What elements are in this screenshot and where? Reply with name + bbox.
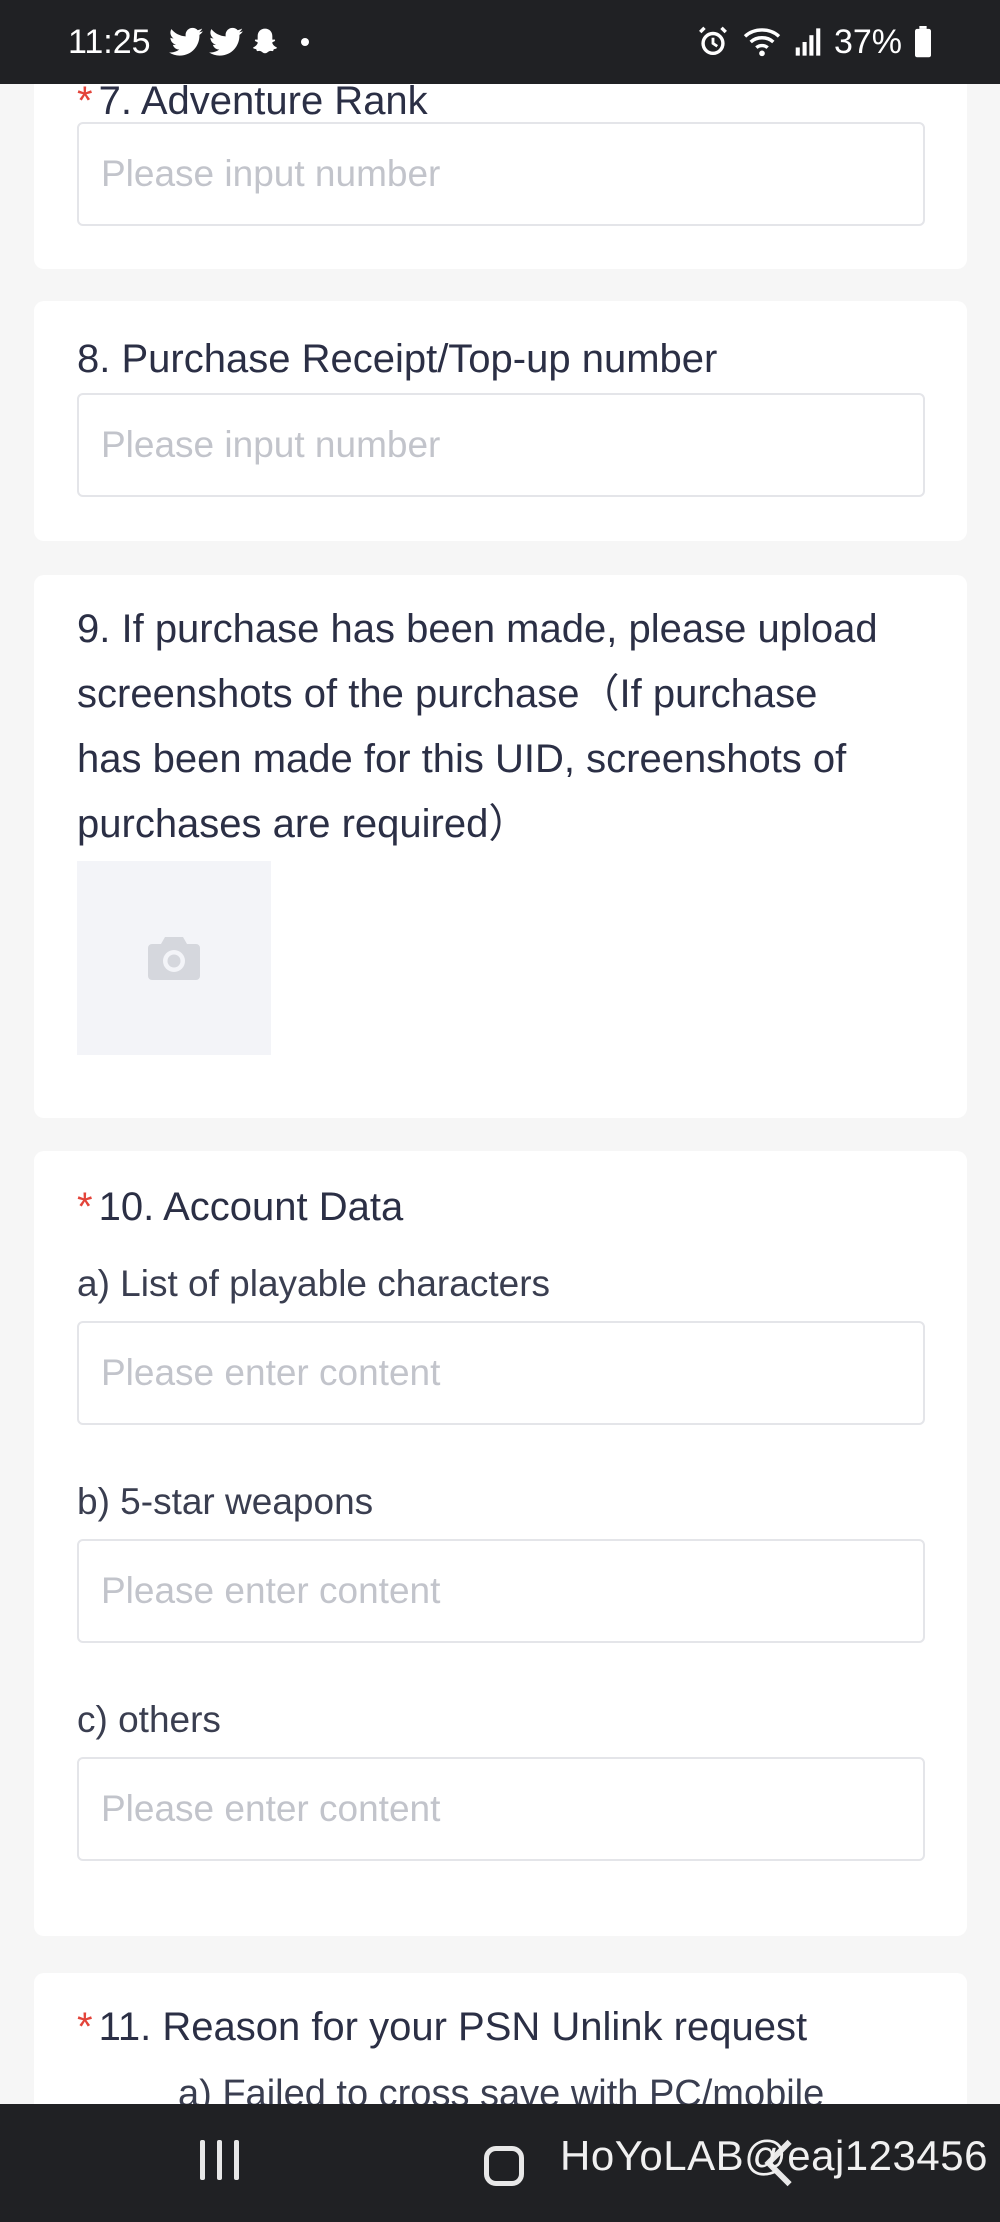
home-icon[interactable] [484, 2146, 524, 2186]
adventure-rank-input[interactable] [77, 122, 925, 226]
question-card-11: * 11. Reason for your PSN Unlink request … [34, 1973, 967, 2104]
required-marker: * [77, 1185, 93, 1229]
question-title-10: * 10. Account Data [77, 1185, 404, 1229]
form-scroll-area[interactable]: *7. Adventure Rank 8. Purchase Receipt/T… [0, 84, 1000, 2104]
others-input[interactable] [77, 1757, 925, 1861]
twitter-icon [208, 27, 243, 56]
battery-percent: 37% [833, 22, 902, 61]
camera-icon [148, 937, 200, 980]
five-star-weapons-input[interactable] [77, 1539, 925, 1643]
clock: 11:25 [68, 22, 151, 61]
status-bar: 11:25 37% [0, 0, 1000, 84]
question-card-9: 9. If purchase has been made, please upl… [34, 575, 967, 1118]
notification-dot [300, 38, 309, 46]
question-title-8: 8. Purchase Receipt/Top-up number [77, 337, 718, 381]
required-marker: * [77, 84, 93, 123]
watermark: HoYoLAB@eaj123456 [560, 2132, 988, 2179]
question-card-8: 8. Purchase Receipt/Top-up number [34, 301, 967, 541]
question-title-11: * 11. Reason for your PSN Unlink request [77, 2005, 808, 2049]
upload-image-button[interactable] [77, 861, 271, 1055]
question-title-9: 9. If purchase has been made, please upl… [77, 607, 878, 846]
playable-characters-input[interactable] [77, 1321, 925, 1425]
recent-apps-icon[interactable] [200, 2140, 239, 2180]
battery-icon [915, 26, 931, 58]
purchase-receipt-input[interactable] [77, 393, 925, 497]
reason-option-a[interactable]: a) Failed to cross save with PC/mobile [178, 2073, 824, 2104]
navigation-bar: HoYoLAB@eaj123456 [0, 2104, 1000, 2222]
question-card-10: * 10. Account Data a) List of playable ch… [34, 1151, 967, 1936]
playable-characters-label: a) List of playable characters [77, 1263, 551, 1304]
alarm-icon [698, 26, 727, 56]
question-card-7: * 7. Adventure Rank [34, 84, 967, 269]
wifi-icon [743, 28, 781, 57]
others-label: c) others [77, 1699, 221, 1740]
twitter-icon [168, 27, 203, 56]
snapchat-icon [252, 28, 277, 54]
five-star-weapons-label: b) 5-star weapons [77, 1481, 374, 1522]
required-marker: * [77, 2005, 93, 2049]
signal-icon [795, 28, 821, 56]
